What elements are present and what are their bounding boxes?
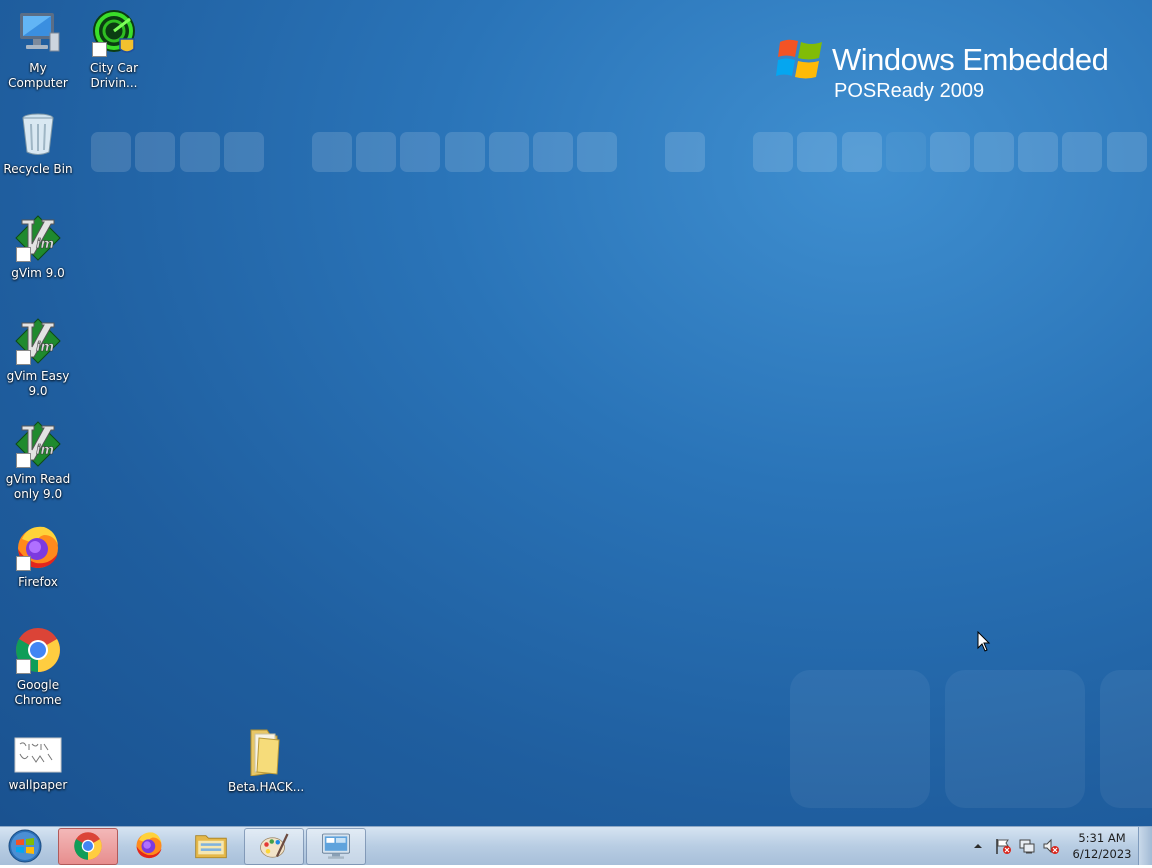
desktop-icon-label: Firefox	[18, 575, 58, 589]
desktop-icon-recycle-bin[interactable]: Recycle Bin	[1, 110, 75, 177]
desktop-icon-label: gVim 9.0	[11, 266, 65, 280]
mouse-cursor-icon	[977, 631, 991, 652]
taskbar: 5:31 AM 6/12/2023	[0, 826, 1152, 865]
taskbar-item-remote-desktop[interactable]	[306, 828, 366, 865]
desktop-icon-city-car-driving[interactable]: City Car Drivin...	[77, 9, 151, 91]
taskbar-item-google-chrome[interactable]	[58, 828, 118, 865]
desktop-icon-label: gVim Easy 9.0	[6, 369, 70, 398]
clock-date: 6/12/2023	[1072, 847, 1132, 861]
taskbar-item-windows-explorer[interactable]	[182, 828, 240, 863]
windows-orb-icon	[8, 829, 42, 863]
svg-text:im: im	[36, 443, 54, 458]
desktop-icon-label: gVim Read only 9.0	[5, 472, 71, 501]
shortcut-arrow-icon	[16, 350, 31, 365]
desktop-icon-google-chrome[interactable]: Google Chrome	[1, 626, 75, 708]
start-button[interactable]	[4, 828, 46, 864]
svg-text:im: im	[36, 237, 54, 252]
desktop-icon-gvim-easy[interactable]: im gVim Easy 9.0	[1, 317, 75, 399]
action-center-flag-icon[interactable]	[994, 837, 1012, 855]
svg-text:im: im	[36, 340, 54, 355]
windows-embedded-logo: Windows Embedded POSReady 2009	[776, 34, 1126, 106]
brand-title: Windows Embedded	[832, 42, 1109, 77]
desktop-icon-label: Google Chrome	[14, 678, 62, 707]
paint-icon	[260, 833, 289, 858]
desktop-icon-firefox[interactable]: Firefox	[1, 523, 75, 590]
taskbar-item-paint[interactable]	[244, 828, 304, 865]
folder-icon	[195, 835, 227, 859]
show-hidden-icons-arrow-icon[interactable]	[973, 841, 983, 851]
desktop-icon-my-computer[interactable]: My Computer	[1, 9, 75, 91]
desktop-icon-label: Recycle Bin	[3, 162, 73, 176]
folder-icon	[250, 729, 280, 777]
shortcut-arrow-icon	[16, 659, 31, 674]
desktop-icon-beta-hack-folder[interactable]: Beta.HACK...	[228, 728, 305, 795]
desktop-icon-label: wallpaper	[8, 778, 68, 792]
desktop: Windows Embedded POSReady 2009 My Comput…	[0, 0, 1152, 826]
desktop-icon-label: My Computer	[8, 61, 68, 90]
desktop-icon-label: Beta.HACK...	[228, 780, 305, 794]
shortcut-arrow-icon	[16, 247, 31, 262]
shortcut-arrow-icon	[16, 453, 31, 468]
network-icon[interactable]	[1018, 837, 1036, 855]
desktop-icon-wallpaper[interactable]: wallpaper	[1, 736, 75, 793]
firefox-icon	[136, 832, 162, 859]
show-desktop-button[interactable]	[1138, 827, 1152, 865]
shortcut-arrow-icon	[92, 42, 107, 57]
chrome-icon	[74, 832, 102, 860]
image-file-icon	[14, 737, 62, 773]
brand-subtitle: POSReady 2009	[834, 80, 985, 102]
shortcut-arrow-icon	[16, 556, 31, 571]
computer-icon	[20, 13, 60, 52]
taskbar-item-firefox[interactable]	[120, 828, 178, 863]
volume-muted-icon[interactable]	[1042, 837, 1060, 855]
recycle-bin-icon	[22, 113, 54, 155]
desktop-icon-label: City Car Drivin...	[90, 61, 138, 90]
clock-time: 5:31 AM	[1078, 831, 1126, 845]
windows-flag-icon	[776, 39, 822, 79]
desktop-icon-gvim[interactable]: im gVim 9.0	[1, 214, 75, 281]
desktop-icon-gvim-read-only[interactable]: im gVim Read only 9.0	[1, 420, 75, 502]
clock[interactable]: 5:31 AM 6/12/2023	[1072, 830, 1132, 862]
remote-desktop-icon	[322, 833, 350, 859]
